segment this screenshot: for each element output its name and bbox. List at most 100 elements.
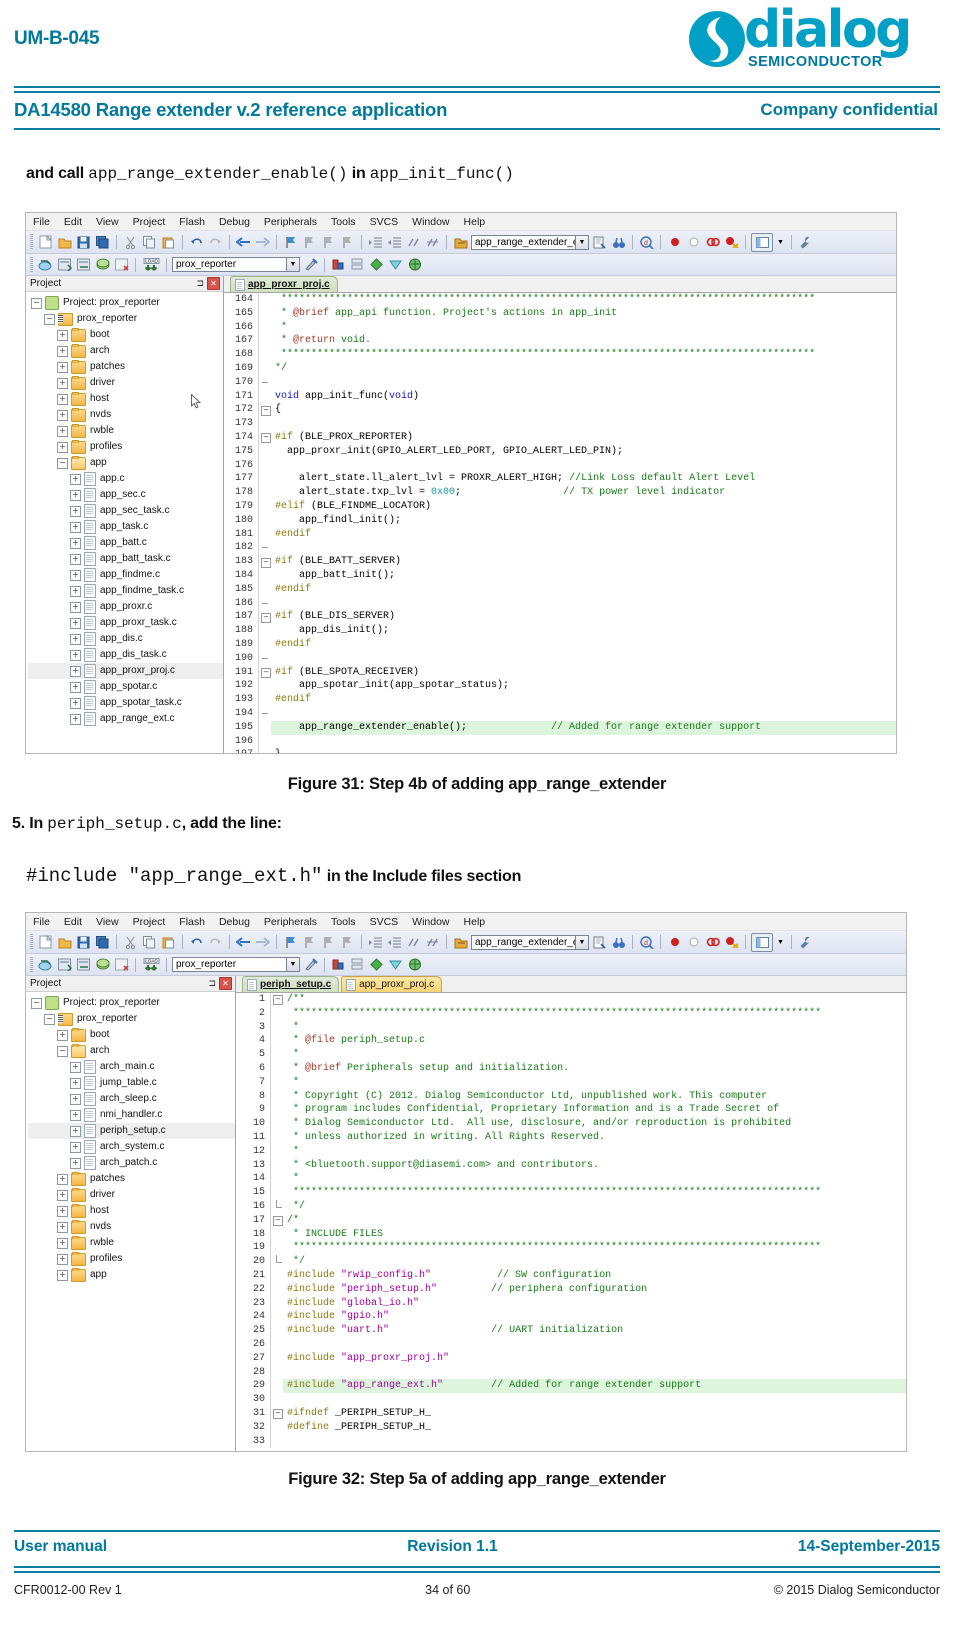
code-line[interactable]: 10 * Dialog Semiconductor Ltd. All use, … bbox=[236, 1117, 906, 1131]
tree-item[interactable]: + app.c bbox=[28, 471, 223, 487]
fold-column[interactable] bbox=[270, 1241, 283, 1256]
code-line[interactable]: 12 * bbox=[236, 1144, 906, 1159]
code-line[interactable]: 166 * bbox=[224, 320, 896, 335]
code-line[interactable]: 190 bbox=[224, 651, 896, 666]
project-window-icon[interactable] bbox=[330, 256, 347, 273]
code-line[interactable]: 5 * bbox=[236, 1048, 906, 1062]
menu-item-flash[interactable]: Flash bbox=[179, 216, 205, 228]
expand-toggle-icon[interactable]: + bbox=[70, 505, 81, 517]
symbol-search-combo-31[interactable]: app_range_extender_ena ▼ bbox=[471, 234, 589, 250]
open-folder-symbol-icon[interactable] bbox=[452, 934, 469, 951]
translate-icon[interactable] bbox=[37, 256, 54, 273]
stop-build-icon[interactable] bbox=[113, 956, 130, 973]
collapse-toggle-icon[interactable]: − bbox=[44, 313, 55, 325]
expand-toggle-icon[interactable]: + bbox=[57, 1173, 68, 1185]
tree-item[interactable]: + app_spotar.c bbox=[28, 679, 223, 695]
close-icon[interactable]: ✕ bbox=[207, 277, 220, 290]
translate-icon[interactable] bbox=[37, 956, 54, 973]
fold-column[interactable] bbox=[270, 1365, 283, 1380]
code-line[interactable]: 26 bbox=[236, 1337, 906, 1352]
fold-column[interactable] bbox=[270, 1130, 283, 1145]
tree-item[interactable]: + app_findme_task.c bbox=[28, 583, 223, 599]
code-line[interactable]: 28 bbox=[236, 1365, 906, 1380]
code-line[interactable]: 169 */ bbox=[224, 361, 896, 376]
expand-toggle-icon[interactable]: + bbox=[70, 1061, 81, 1073]
fold-column[interactable] bbox=[258, 320, 271, 335]
menu-item-help[interactable]: Help bbox=[464, 916, 486, 928]
bookmark-clear-icon[interactable] bbox=[339, 234, 356, 251]
fold-column[interactable] bbox=[270, 1420, 283, 1435]
code-line[interactable]: 3 * bbox=[236, 1020, 906, 1035]
project-panel-caption-buttons[interactable]: ⊐ ✕ bbox=[196, 277, 220, 290]
tree-item[interactable]: − app bbox=[28, 455, 223, 471]
fold-column[interactable] bbox=[258, 499, 271, 514]
fold-column[interactable] bbox=[270, 1199, 283, 1214]
editor-tab[interactable]: app_proxr_proj.c bbox=[341, 976, 443, 992]
menu-item-view[interactable]: View bbox=[96, 916, 119, 928]
code-line[interactable]: 183− #if (BLE_BATT_SERVER) bbox=[224, 555, 896, 569]
close-icon[interactable]: ✕ bbox=[219, 977, 232, 990]
tree-item[interactable]: + arch bbox=[28, 343, 223, 359]
configure-wrench-icon[interactable] bbox=[797, 234, 814, 251]
code-line[interactable]: 191− #if (BLE_SPOTA_RECEIVER) bbox=[224, 665, 896, 680]
collapse-toggle-icon[interactable]: − bbox=[31, 997, 42, 1009]
expand-toggle-icon[interactable]: + bbox=[57, 1205, 68, 1217]
fold-column[interactable] bbox=[258, 361, 271, 376]
code-line[interactable]: 14 * bbox=[236, 1172, 906, 1187]
fold-column[interactable]: − bbox=[270, 1213, 283, 1228]
kill-all-breakpoints-icon[interactable] bbox=[723, 234, 740, 251]
save-icon[interactable] bbox=[75, 934, 92, 951]
menu-item-view[interactable]: View bbox=[96, 216, 119, 228]
expand-toggle-icon[interactable]: + bbox=[70, 633, 81, 645]
code-line[interactable]: 179 #elif (BLE_FINDME_LOCATOR) bbox=[224, 499, 896, 514]
fold-column[interactable] bbox=[258, 389, 271, 404]
disable-breakpoint-icon[interactable] bbox=[704, 234, 721, 251]
code-line[interactable]: 195 app_range_extender_enable(); // Adde… bbox=[224, 720, 896, 735]
expand-toggle-icon[interactable]: + bbox=[57, 1221, 68, 1233]
pin-icon[interactable]: ⊐ bbox=[196, 278, 204, 289]
tree-item[interactable]: + driver bbox=[28, 375, 223, 391]
target-select-combo-31[interactable]: prox_reporter ▼ bbox=[172, 257, 300, 272]
fold-column[interactable] bbox=[258, 444, 271, 459]
redo-icon[interactable] bbox=[207, 934, 224, 951]
fold-column[interactable] bbox=[270, 1351, 283, 1366]
batch-build-icon[interactable] bbox=[94, 956, 111, 973]
code-line[interactable]: 30 bbox=[236, 1393, 906, 1407]
menu-item-svcs[interactable]: SVCS bbox=[370, 916, 399, 928]
menu-bar-32[interactable]: File Edit View Project Flash Debug Peripherals… bbox=[26, 913, 906, 931]
menu-item-flash[interactable]: Flash bbox=[179, 916, 205, 928]
books-window-icon[interactable] bbox=[349, 956, 366, 973]
fold-column[interactable] bbox=[270, 1337, 283, 1352]
expand-toggle-icon[interactable]: + bbox=[70, 553, 81, 565]
expand-toggle-icon[interactable]: + bbox=[70, 1157, 81, 1169]
collapse-toggle-icon[interactable]: − bbox=[31, 297, 42, 309]
fold-column[interactable] bbox=[270, 1144, 283, 1159]
fold-column[interactable] bbox=[258, 582, 271, 597]
menu-item-tools[interactable]: Tools bbox=[331, 216, 356, 228]
outdent-icon[interactable] bbox=[386, 234, 403, 251]
expand-toggle-icon[interactable]: + bbox=[70, 1077, 81, 1089]
code-line[interactable]: 4 * @file periph_setup.c bbox=[236, 1034, 906, 1049]
configure-wrench-icon[interactable] bbox=[797, 934, 814, 951]
tree-item[interactable]: + app_sec_task.c bbox=[28, 503, 223, 519]
menu-item-edit[interactable]: Edit bbox=[64, 216, 82, 228]
fold-column[interactable]: − bbox=[258, 430, 271, 445]
code-line[interactable]: 6 * @brief Peripherals setup and initial… bbox=[236, 1061, 906, 1076]
expand-toggle-icon[interactable]: + bbox=[57, 441, 68, 453]
download-to-flash-icon[interactable]: LOAD bbox=[141, 956, 161, 973]
code-view-31[interactable]: 164 ************************************… bbox=[224, 293, 896, 753]
symbol-search-combo-32[interactable]: app_range_extender_ena ▼ bbox=[471, 934, 589, 950]
expand-toggle-icon[interactable]: + bbox=[70, 537, 81, 549]
cut-icon[interactable] bbox=[122, 934, 139, 951]
fold-column[interactable] bbox=[270, 1006, 283, 1021]
disable-breakpoint-icon[interactable] bbox=[704, 934, 721, 951]
indent-icon[interactable] bbox=[367, 934, 384, 951]
tree-item[interactable]: + app bbox=[28, 1267, 235, 1283]
bookmark-clear-icon[interactable] bbox=[339, 934, 356, 951]
expand-toggle-icon[interactable]: + bbox=[57, 425, 68, 437]
code-line[interactable]: 181 #endif bbox=[224, 527, 896, 542]
fold-column[interactable] bbox=[270, 1117, 283, 1131]
new-file-icon[interactable] bbox=[37, 234, 54, 251]
tree-item[interactable]: + profiles bbox=[28, 439, 223, 455]
templates-window-icon[interactable] bbox=[387, 956, 404, 973]
